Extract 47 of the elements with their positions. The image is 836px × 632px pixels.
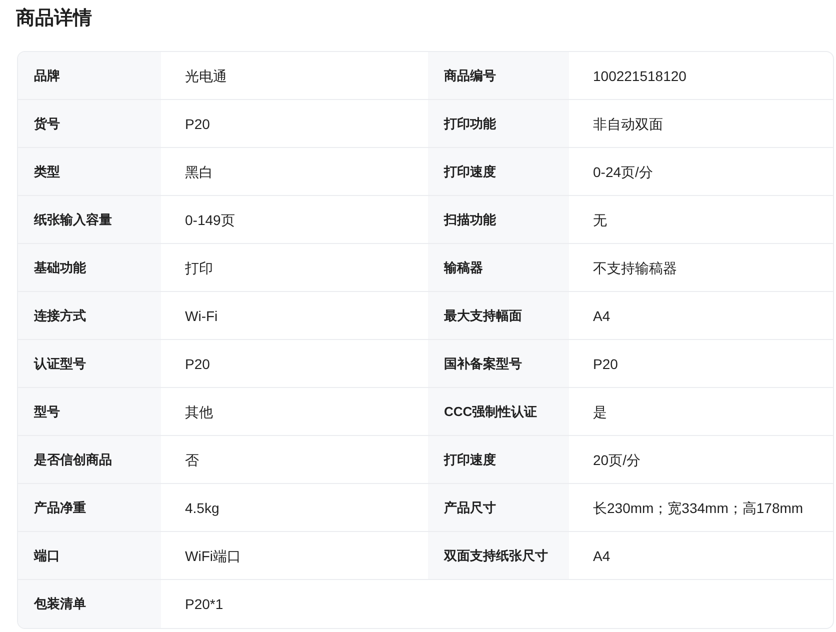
spec-value: 无: [593, 210, 607, 228]
spec-value: A4: [593, 546, 610, 564]
spec-value: 20页/分: [593, 450, 640, 468]
spec-value: 非自动双面: [593, 114, 663, 132]
spec-value: 0-24页/分: [593, 162, 653, 180]
spec-value: 长230mm；宽334mm；高178mm: [593, 498, 804, 516]
spec-label: 打印速度: [444, 450, 496, 469]
spec-label: 包装清单: [34, 595, 86, 614]
spec-value: Wi-Fi: [185, 306, 218, 324]
spec-label: 认证型号: [34, 354, 86, 373]
spec-value: 100221518120: [593, 66, 686, 84]
spec-label: 产品净重: [34, 498, 86, 517]
spec-label: 是否信创商品: [34, 450, 112, 469]
spec-value: A4: [593, 306, 610, 324]
spec-value: 光电通: [185, 66, 227, 84]
spec-value: 黑白: [185, 162, 213, 180]
section-title: 商品详情: [16, 6, 93, 31]
spec-value: 否: [185, 450, 199, 468]
spec-label: 输稿器: [444, 258, 483, 277]
spec-label: 连接方式: [34, 306, 86, 325]
spec-label: 打印速度: [444, 162, 496, 181]
spec-value: 打印: [185, 258, 213, 276]
spec-label: 扫描功能: [444, 210, 496, 229]
spec-label: 型号: [34, 402, 60, 421]
spec-value: WiFi端口: [185, 546, 241, 564]
spec-label: 产品尺寸: [444, 498, 496, 517]
spec-value: P20: [185, 354, 210, 372]
spec-label: 商品编号: [444, 66, 496, 85]
spec-value: P20: [185, 114, 210, 132]
spec-label: CCC强制性认证: [444, 402, 538, 421]
spec-value: 4.5kg: [185, 498, 220, 516]
spec-label: 双面支持纸张尺寸: [444, 546, 548, 565]
spec-label: 打印功能: [444, 114, 496, 133]
spec-value: P20*1: [185, 595, 224, 613]
spec-label: 最大支持幅面: [444, 306, 522, 325]
spec-value: 其他: [185, 402, 213, 420]
spec-label: 基础功能: [34, 258, 86, 277]
spec-label: 国补备案型号: [444, 354, 522, 373]
spec-value: 不支持输稿器: [593, 258, 677, 276]
spec-label: 类型: [34, 162, 60, 181]
spec-label: 纸张输入容量: [34, 210, 112, 229]
spec-label: 端口: [34, 546, 60, 565]
spec-label: 品牌: [34, 66, 60, 85]
spec-label: 货号: [34, 114, 60, 133]
spec-value: 0-149页: [185, 210, 235, 228]
spec-value: 是: [593, 402, 607, 420]
spec-value: P20: [593, 354, 618, 372]
